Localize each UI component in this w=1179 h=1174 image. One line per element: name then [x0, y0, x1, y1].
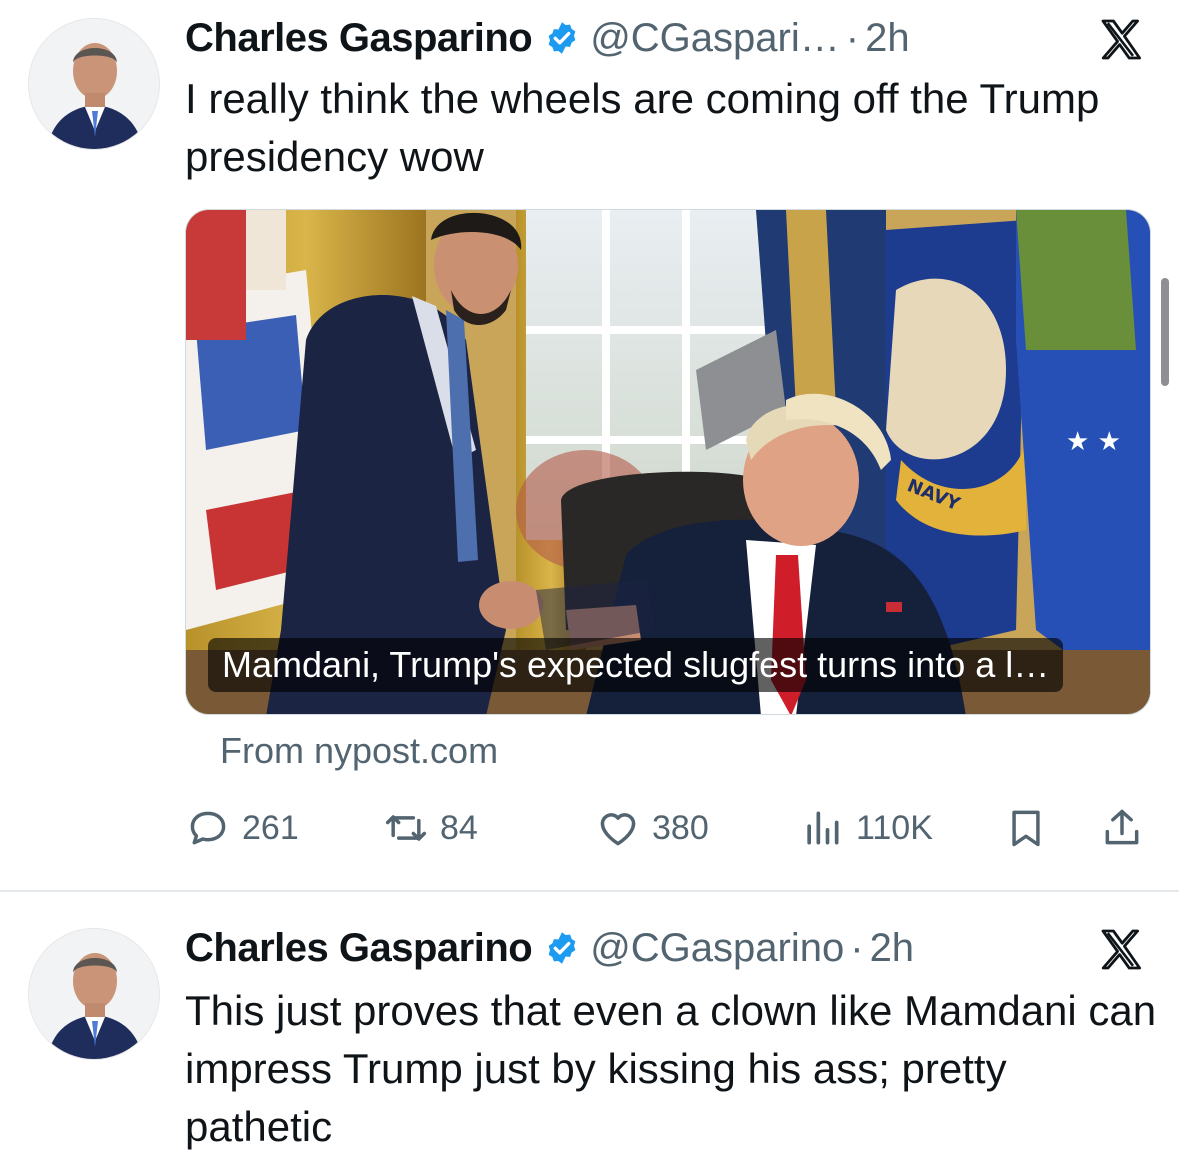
share-icon — [1105, 809, 1139, 845]
share-button[interactable] — [1100, 800, 1144, 856]
reply-count: 261 — [242, 808, 299, 847]
link-card[interactable]: NAVY ★ ★ Mamdani, Trump's expected slugf… — [185, 209, 1151, 715]
bookmark-button[interactable] — [1004, 800, 1048, 856]
tweet-header: Charles Gasparino @CGasparino · 2h — [185, 924, 914, 972]
reply-button[interactable]: 261 — [186, 800, 299, 856]
repost-count: 84 — [440, 808, 478, 847]
scrollbar[interactable] — [1161, 278, 1169, 386]
repost-button[interactable]: 84 — [384, 800, 478, 856]
card-caption: Mamdani, Trump's expected slugfest turns… — [208, 638, 1064, 692]
heart-icon — [600, 813, 636, 846]
verified-badge-icon — [548, 932, 576, 964]
separator-dot: · — [845, 15, 860, 60]
avatar-image — [29, 929, 159, 1059]
views-icon — [807, 811, 839, 845]
views-button[interactable]: 110K — [800, 800, 933, 856]
tweet-1[interactable]: Charles Gasparino @CGaspari… · 2h I real… — [0, 0, 1179, 890]
x-logo-icon[interactable] — [1097, 16, 1145, 64]
tweet-2[interactable]: Charles Gasparino @CGasparino · 2h This … — [0, 892, 1179, 1174]
avatar[interactable] — [28, 18, 160, 150]
timestamp[interactable]: 2h — [870, 926, 915, 971]
reply-icon — [190, 811, 226, 845]
author-name[interactable]: Charles Gasparino — [185, 926, 533, 971]
views-count: 110K — [856, 808, 933, 847]
avatar-image — [29, 19, 159, 149]
author-handle[interactable]: @CGaspari… — [590, 16, 840, 61]
tweet-text: This just proves that even a clown like … — [185, 987, 1157, 1150]
tweet-header: Charles Gasparino @CGaspari… · 2h — [185, 14, 910, 62]
avatar[interactable] — [28, 928, 160, 1060]
repost-icon — [385, 815, 427, 841]
x-logo-icon[interactable] — [1097, 926, 1145, 974]
author-handle[interactable]: @CGasparino — [590, 926, 844, 971]
like-button[interactable]: 380 — [596, 800, 709, 856]
card-source[interactable]: From nypost.com — [220, 730, 498, 772]
verified-badge-icon — [548, 22, 576, 54]
like-count: 380 — [652, 808, 709, 847]
tweet-text: I really think the wheels are coming off… — [185, 75, 1100, 180]
bookmark-icon — [1012, 810, 1040, 847]
timestamp[interactable]: 2h — [865, 16, 910, 61]
action-bar: 261 84 380 110K — [0, 800, 1179, 856]
svg-text:★ ★: ★ ★ — [1066, 427, 1121, 457]
author-name[interactable]: Charles Gasparino — [185, 16, 533, 61]
separator-dot: · — [850, 925, 864, 970]
